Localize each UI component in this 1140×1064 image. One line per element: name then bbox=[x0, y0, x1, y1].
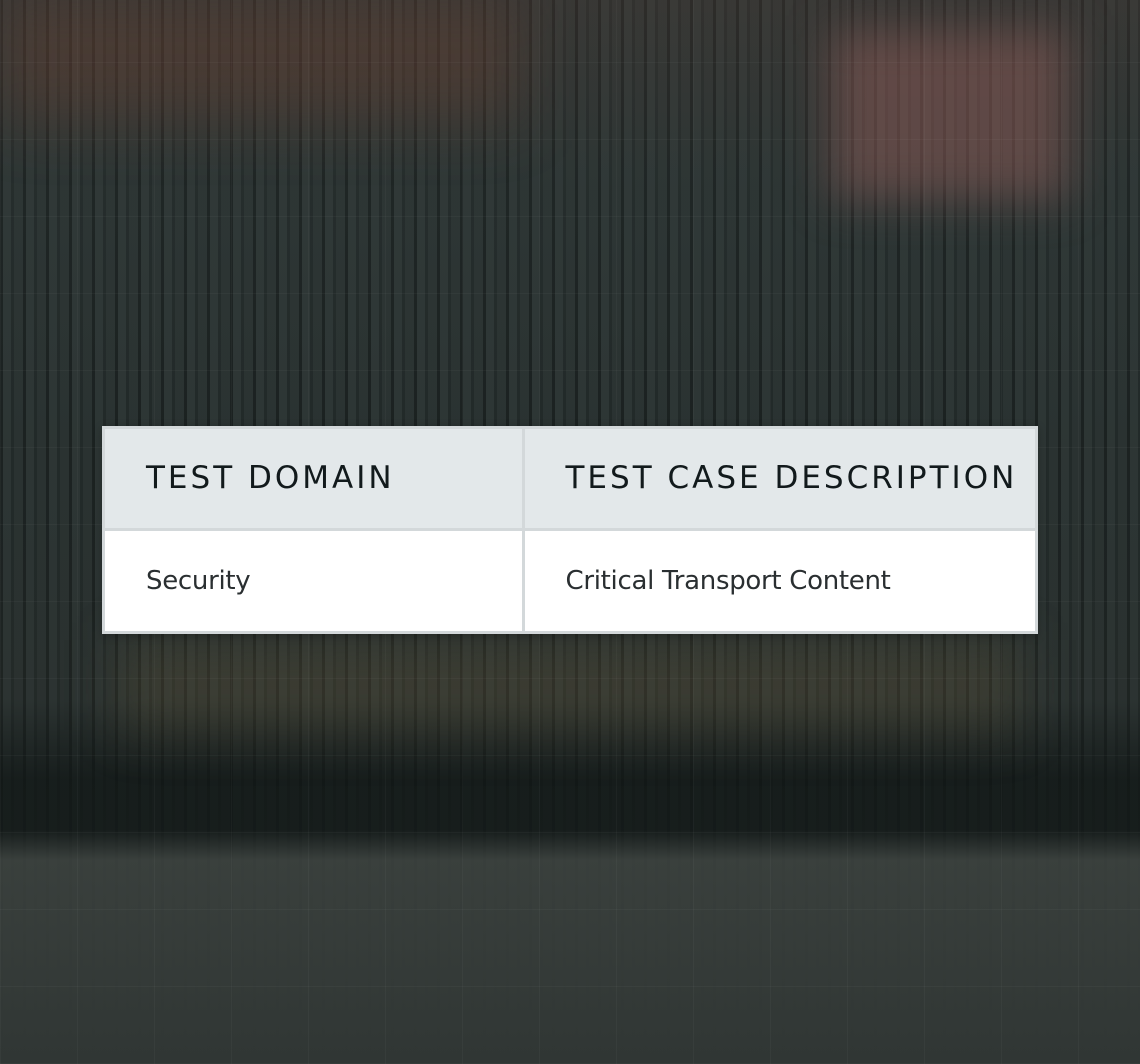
cell-test-case-description: Critical Transport Content bbox=[523, 529, 1035, 631]
table-header-row: TEST DOMAIN TEST CASE DESCRIPTION bbox=[105, 429, 1035, 531]
cell-test-domain: Security bbox=[105, 529, 525, 631]
column-header-test-case-description: TEST CASE DESCRIPTION bbox=[523, 429, 1035, 531]
column-header-test-domain: TEST DOMAIN bbox=[105, 429, 525, 531]
test-case-grid: TEST DOMAIN TEST CASE DESCRIPTION Securi… bbox=[105, 429, 1035, 631]
test-case-table: TEST DOMAIN TEST CASE DESCRIPTION Securi… bbox=[102, 426, 1038, 634]
table-row: Security Critical Transport Content bbox=[105, 529, 1035, 631]
